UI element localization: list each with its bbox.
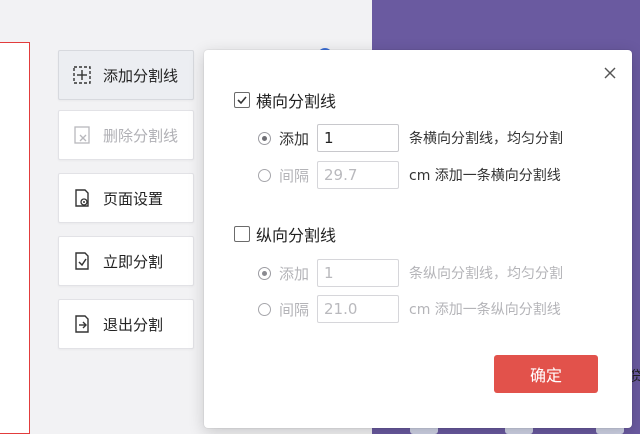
exit-icon [71,313,93,335]
document-page [0,42,30,434]
close-button[interactable] [601,64,619,82]
horizontal-interval-label: 间隔 [279,166,310,185]
delete-split-line-label: 删除分割线 [103,126,179,145]
checkbox-unchecked-icon [234,226,250,242]
horizontal-add-count-input[interactable] [317,124,399,152]
add-split-line-icon [71,64,93,86]
vertical-interval-label: 间隔 [279,300,310,319]
vertical-add-count-input[interactable] [317,259,399,287]
vertical-add-label: 添加 [279,264,310,283]
vertical-interval-row: 间隔 cm 添加一条纵向分割线 [258,295,561,323]
horizontal-add-suffix: 条横向分割线，均匀分割 [409,131,563,147]
horizontal-interval-row: 间隔 cm 添加一条横向分割线 [258,161,561,189]
split-now-icon [71,250,93,272]
page-setup-label: 页面设置 [103,189,164,208]
vertical-interval-suffix: cm 添加一条纵向分割线 [409,302,561,318]
confirm-button[interactable]: 确定 [494,355,598,393]
horizontal-split-title: 横向分割线 [256,92,337,111]
horizontal-interval-radio[interactable] [258,168,271,182]
horizontal-interval-input[interactable] [317,161,399,189]
vertical-interval-input[interactable] [317,295,399,323]
add-split-line-label: 添加分割线 [103,66,179,85]
split-now-label: 立即分割 [103,252,164,271]
vertical-split-checkbox[interactable]: 纵向分割线 [234,222,336,246]
vertical-split-title: 纵向分割线 [256,226,337,245]
vertical-add-row: 添加 条纵向分割线，均匀分割 [258,259,563,287]
checkbox-checked-icon [234,92,250,108]
page-setup-button[interactable]: 页面设置 [58,173,194,223]
horizontal-interval-suffix: cm 添加一条横向分割线 [409,168,561,184]
page-setup-icon [71,187,93,209]
delete-split-line-button[interactable]: 删除分割线 [58,110,194,160]
split-line-dialog: 横向分割线 添加 条横向分割线，均匀分割 间隔 cm 添加一条横向分割线 纵向分… [204,50,632,428]
vertical-add-radio[interactable] [258,266,271,280]
add-split-line-button[interactable]: 添加分割线 [58,50,194,100]
vertical-interval-radio[interactable] [258,302,271,316]
split-now-button[interactable]: 立即分割 [58,236,194,286]
horizontal-add-radio[interactable] [258,131,271,145]
vertical-add-suffix: 条纵向分割线，均匀分割 [409,266,563,282]
delete-split-line-icon [71,124,93,146]
horizontal-add-row: 添加 条横向分割线，均匀分割 [258,124,563,152]
exit-split-label: 退出分割 [103,315,164,334]
exit-split-button[interactable]: 退出分割 [58,299,194,349]
horizontal-split-checkbox[interactable]: 横向分割线 [234,88,336,112]
horizontal-add-label: 添加 [279,129,310,148]
close-icon [604,67,616,79]
